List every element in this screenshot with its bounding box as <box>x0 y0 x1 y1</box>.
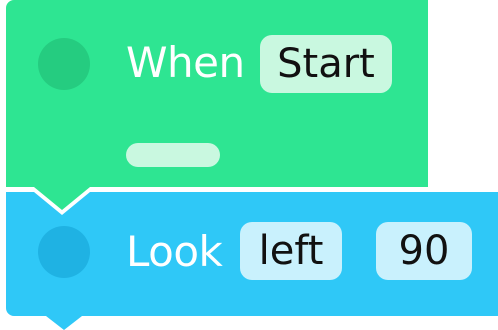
drag-handle-icon[interactable] <box>38 38 90 90</box>
block-canvas: When Start Look left 90 <box>0 0 498 330</box>
drag-handle-icon[interactable] <box>38 226 90 278</box>
look-label: Look <box>126 227 223 276</box>
degrees-value-field[interactable]: 90 <box>376 222 472 280</box>
when-label: When <box>126 38 245 87</box>
when-start-block[interactable] <box>6 0 428 210</box>
trigger-value-field[interactable]: Start <box>260 35 392 93</box>
direction-value-field[interactable]: left <box>240 222 342 280</box>
empty-slot-icon[interactable] <box>126 143 220 167</box>
